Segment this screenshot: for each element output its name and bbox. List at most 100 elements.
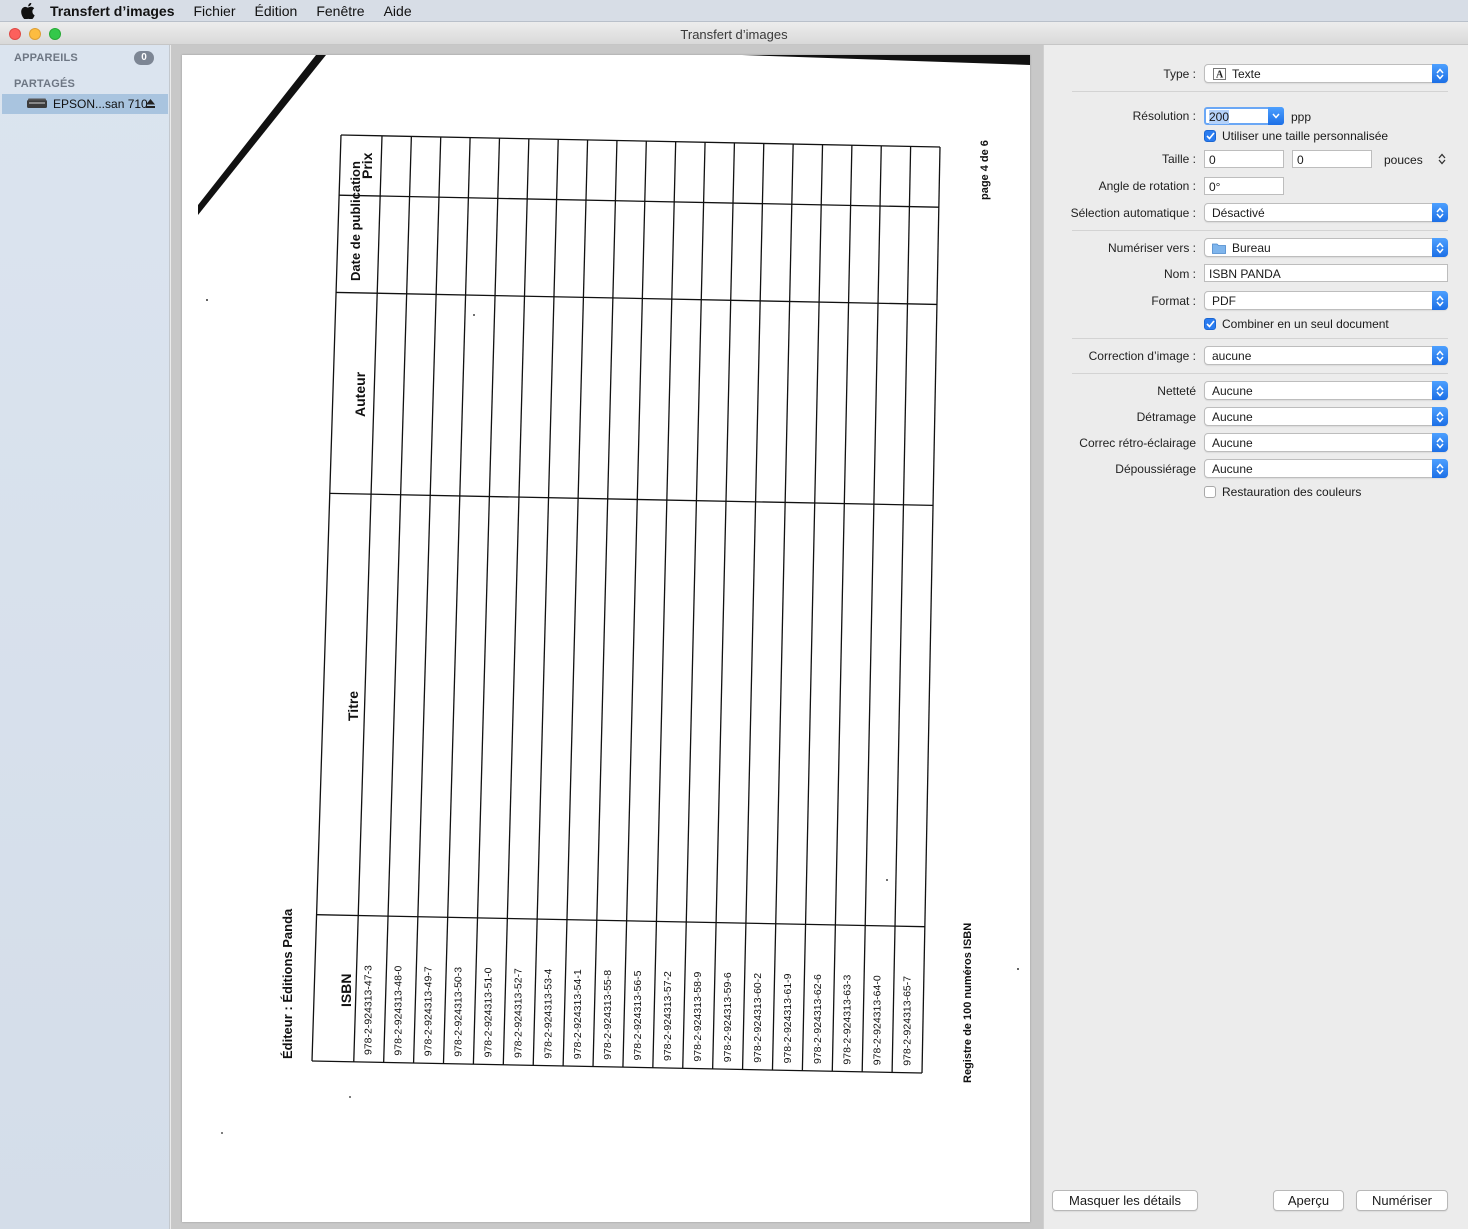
scan-button[interactable]: Numériser [1356,1190,1448,1211]
menu-edition[interactable]: Édition [255,3,298,19]
isbn-cell: 978-2-924313-47-3 [363,965,375,1055]
dust-popup[interactable]: Aucune [1204,459,1448,478]
dust-value: Aucune [1212,461,1253,476]
isbn-cell: 978-2-924313-48-0 [393,966,405,1056]
isbn-cell: 978-2-924313-64-0 [872,975,884,1065]
format-popup[interactable]: PDF [1204,291,1448,310]
table-row-line [311,1060,923,1074]
correction-popup[interactable]: aucune [1204,346,1448,365]
combine-checkbox[interactable] [1204,318,1216,330]
isbn-cell: 978-2-924313-50-3 [452,967,464,1057]
registry-label: Registre de 100 numéros ISBN [962,923,974,1083]
menu-aide[interactable]: Aide [384,3,412,19]
auto-select-row: Sélection automatique : Désactivé [1044,202,1468,224]
size-label: Taille : [1161,152,1196,166]
resolution-value: 200 [1209,110,1230,124]
rotation-field[interactable]: 0° [1204,177,1284,195]
scan-preview-area[interactable]: page 4 de 6 Éditeur : Éditions Panda Reg… [171,45,1043,1229]
type-row: Type : A Texte [1044,63,1468,85]
updown-icon [1432,203,1448,222]
table-column-line [383,136,413,1063]
table-row-line [316,914,925,928]
window-title: Transfert d’images [680,27,788,42]
type-popup[interactable]: A Texte [1204,64,1448,83]
scanner-icon [26,98,48,110]
isbn-cell: 978-2-924313-57-2 [662,971,674,1061]
color-restore-checkbox-row[interactable]: Restauration des couleurs [1204,485,1361,499]
hide-details-button[interactable]: Masquer les détails [1052,1190,1198,1211]
menu-fichier[interactable]: Fichier [194,3,236,19]
scan-to-value: Bureau [1232,240,1271,255]
table-column-line [502,138,530,1065]
table-column-line [622,141,647,1068]
rotation-label: Angle de rotation : [1098,179,1196,193]
scanned-page[interactable]: page 4 de 6 Éditeur : Éditions Panda Reg… [182,55,1030,1222]
descreen-popup[interactable]: Aucune [1204,407,1448,426]
updown-icon [1432,238,1448,257]
descreen-row: Détramage Aucune [1044,406,1468,428]
updown-icon [1432,459,1448,478]
scan-to-row: Numériser vers : Bureau [1044,237,1468,259]
scan-to-popup[interactable]: Bureau [1204,238,1448,257]
preview-button[interactable]: Aperçu [1273,1190,1344,1211]
table-row-line [336,291,937,306]
table-column-line [861,145,882,1072]
format-row: Format : PDF [1044,290,1468,312]
color-restore-checkbox[interactable] [1204,486,1216,498]
table-column-line [592,140,618,1067]
updown-icon[interactable] [1438,153,1446,168]
eject-icon[interactable] [145,98,156,112]
updown-icon [1432,381,1448,400]
custom-size-checkbox[interactable] [1204,130,1216,142]
isbn-cell: 978-2-924313-61-9 [782,973,794,1063]
combine-checkbox-row[interactable]: Combiner en un seul document [1204,317,1389,331]
backlight-popup[interactable]: Aucune [1204,433,1448,452]
resolution-unit: ppp [1291,110,1312,124]
table-column-line [891,146,912,1073]
text-type-icon: A [1212,67,1226,80]
name-label: Nom : [1163,267,1196,281]
publisher-label: Éditeur : Éditions Panda [280,908,295,1059]
devices-section-title: APPAREILS [14,52,78,64]
type-value: Texte [1232,66,1261,81]
apple-icon[interactable] [20,2,36,19]
separator [1072,230,1448,231]
menu-app-name[interactable]: Transfert d’images [50,3,175,19]
sharpness-popup[interactable]: Aucune [1204,381,1448,400]
size-height-field[interactable]: 0 [1292,150,1372,168]
resolution-combo[interactable]: 200 [1204,107,1284,125]
table-column-line [801,144,824,1071]
table-row-line [340,134,941,148]
isbn-cell: 978-2-924313-54-1 [572,969,584,1059]
sidebar: APPAREILS 0 PARTAGÉS EPSON...san 710 [0,45,170,1229]
isbn-cell: 978-2-924313-49-7 [422,966,434,1056]
updown-icon [1432,346,1448,365]
menu-fenetre[interactable]: Fenêtre [316,3,364,19]
rotation-row: Angle de rotation : 0° [1044,175,1468,197]
correction-value: aucune [1212,348,1252,363]
updown-icon [1432,433,1448,452]
table-row-line [339,194,939,208]
isbn-cell: 978-2-924313-63-3 [842,975,854,1065]
name-field[interactable]: ISBN PANDA [1204,264,1448,282]
sharpness-row: Netteté Aucune [1044,380,1468,402]
correction-row: Correction d’image : aucune [1044,345,1468,367]
sidebar-item-epson-scanner[interactable]: EPSON...san 710 [2,94,168,114]
custom-size-label: Utiliser une taille personnalisée [1222,129,1389,143]
size-width-field[interactable]: 0 [1204,150,1284,168]
custom-size-checkbox-row[interactable]: Utiliser une taille personnalisée [1204,129,1388,143]
backlight-value: Aucune [1212,435,1253,450]
header-price: Prix [359,152,375,179]
size-unit-popup[interactable]: pouces [1384,153,1423,167]
menu-bar: Transfert d’images Fichier Édition Fenêt… [0,0,1468,22]
auto-select-popup[interactable]: Désactivé [1204,203,1448,222]
svg-text:A: A [1216,69,1224,80]
table-column-line [532,139,559,1066]
devices-count-badge: 0 [134,51,154,65]
shared-section-title: PARTAGÉS [14,78,76,90]
size-row: Taille : 0 0 pouces [1044,148,1468,170]
auto-select-label: Sélection automatique : [1070,206,1196,220]
dust-row: Dépoussiérage Aucune [1044,458,1468,480]
isbn-cell: 978-2-924313-65-7 [902,976,914,1066]
chevron-down-icon[interactable] [1268,107,1284,125]
